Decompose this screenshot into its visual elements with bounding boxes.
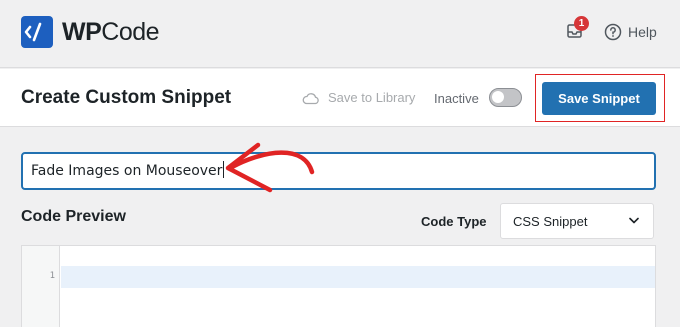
help-label: Help <box>628 24 657 40</box>
page-title: Create Custom Snippet <box>21 87 232 108</box>
chevron-down-icon <box>629 217 639 224</box>
line-number: 1 <box>49 271 55 281</box>
code-type-label: Code Type <box>421 214 487 229</box>
wpcode-logo-text: WPCode <box>62 18 160 46</box>
code-editor[interactable]: 1 <box>21 245 656 327</box>
annotation-arrow-icon <box>225 142 315 193</box>
code-type-value: CSS Snippet <box>513 214 588 229</box>
question-circle-icon <box>604 23 622 41</box>
line-number-gutter: 1 <box>22 246 60 327</box>
top-bar: WPCode 1 Help <box>0 0 680 68</box>
notification-badge: 1 <box>574 16 589 31</box>
active-toggle[interactable] <box>489 88 522 107</box>
code-type-select[interactable]: CSS Snippet <box>500 203 654 239</box>
code-preview-heading: Code Preview <box>21 208 126 225</box>
active-code-line[interactable] <box>61 266 655 288</box>
cloud-icon <box>302 92 319 104</box>
snippet-title-value: Fade Images on Mouseover <box>31 163 223 179</box>
toggle-knob <box>492 91 504 103</box>
snippet-title-input[interactable]: Fade Images on Mouseover <box>21 152 656 190</box>
save-to-library-button[interactable]: Save to Library <box>302 90 415 105</box>
wpcode-logo-icon <box>21 16 53 48</box>
status-label: Inactive <box>434 91 479 106</box>
snippet-header-bar: Create Custom Snippet Save to Library In… <box>0 69 680 127</box>
help-link[interactable]: Help <box>604 22 657 42</box>
snippet-editor-area: Fade Images on Mouseover Code Preview Co… <box>0 128 680 327</box>
save-snippet-button[interactable]: Save Snippet <box>542 82 656 115</box>
save-to-library-label: Save to Library <box>328 90 416 105</box>
